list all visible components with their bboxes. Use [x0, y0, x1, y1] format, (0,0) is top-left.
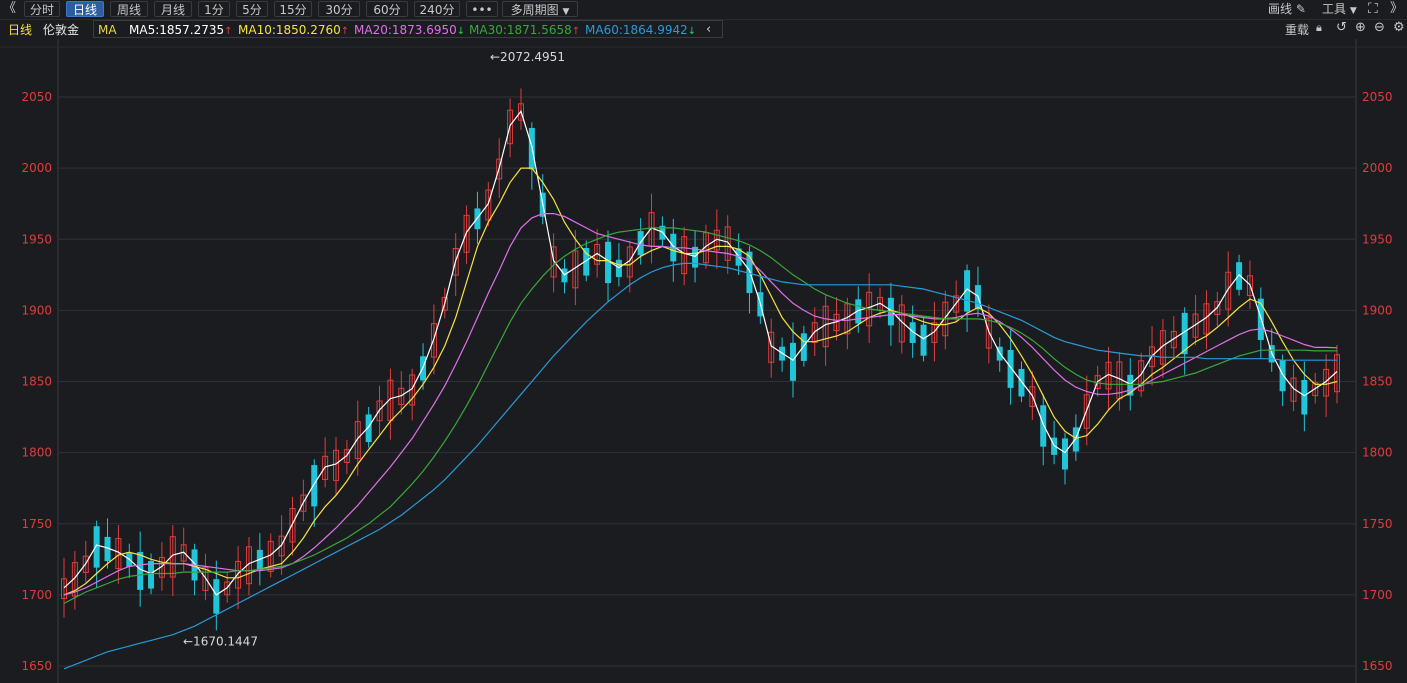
draw-line-label: 画线: [1268, 2, 1293, 16]
y-tick-left: 1800: [21, 446, 52, 460]
symbol-name: 伦敦金: [43, 23, 80, 37]
ma20-text: MA20:1873.6950: [354, 23, 457, 37]
y-tick-left: 1750: [21, 517, 52, 531]
y-tick-left: 1950: [21, 232, 52, 246]
ma5-value: MA5:1857.2735↑: [129, 22, 233, 40]
candle-down: [800, 333, 807, 361]
settings-gear-icon[interactable]: ⚙: [1393, 20, 1405, 35]
y-tick-left: 1850: [21, 375, 52, 389]
tab-日线[interactable]: 日线: [66, 1, 104, 17]
down-arrow-icon: ↓: [456, 26, 466, 37]
candle-down: [920, 324, 927, 356]
y-tick-left: 2050: [21, 90, 52, 104]
y-tick-right: 1900: [1362, 303, 1393, 317]
candlestick-chart[interactable]: 1650 1650 1700 1700 1750 1750 1800 1800 1850 1850…: [0, 39, 1407, 683]
candle-down: [1018, 368, 1025, 397]
chevron-down-icon: ▼: [1349, 6, 1357, 16]
up-arrow-icon: ↑: [340, 26, 350, 37]
y-tick-left: 1700: [21, 588, 52, 602]
ma20-value: MA20:1873.6950↓: [354, 22, 465, 40]
y-tick-right: 1750: [1362, 517, 1393, 531]
chevron-down-icon: ▼: [562, 7, 570, 17]
tab-240分[interactable]: 240分: [414, 1, 460, 17]
candle-down: [1061, 438, 1068, 470]
period-toolbar: 《 分时 日线 周线 月线 1分 5分 15分 30分 60分 240分 ••• 多周期图 ▼ 画…: [0, 0, 1407, 20]
y-tick-left: 1650: [21, 659, 52, 673]
tab-15分[interactable]: 15分: [274, 1, 312, 17]
y-tick-left: 1900: [21, 303, 52, 317]
multi-period-dropdown[interactable]: 多周期图 ▼: [502, 1, 578, 17]
undo-icon[interactable]: ↺: [1336, 20, 1347, 35]
collapse-right-icon[interactable]: 》: [1390, 0, 1403, 19]
ma-values-box: MA MA5:1857.2735↑ MA10:1850.2760↑ MA20:1…: [93, 20, 723, 38]
candle-down: [148, 560, 155, 589]
tab-60分[interactable]: 60分: [366, 1, 408, 17]
zoom-in-icon[interactable]: ⊕: [1355, 20, 1366, 35]
down-arrow-icon: ↓: [687, 26, 697, 37]
multi-period-label: 多周期图: [510, 3, 559, 17]
lock-icon[interactable]: 🔒︎: [1316, 21, 1322, 35]
up-arrow-icon: ↑: [571, 26, 581, 37]
ma10-value: MA10:1850.2760↑: [238, 22, 349, 40]
y-tick-right: 1800: [1362, 446, 1393, 460]
y-tick-right: 2050: [1362, 90, 1393, 104]
y-tick-right: 1700: [1362, 588, 1393, 602]
low-annotation: ←1670.1447: [183, 634, 258, 648]
y-tick-right: 2000: [1362, 161, 1393, 175]
y-tick-right: 1850: [1362, 375, 1393, 389]
zoom-out-icon[interactable]: ⊖: [1374, 20, 1385, 35]
pencil-icon: ✎: [1295, 2, 1306, 16]
ma30-text: MA30:1871.5658: [469, 23, 572, 37]
tab-30分[interactable]: 30分: [318, 1, 360, 17]
candle-down: [213, 579, 220, 614]
tab-周线[interactable]: 周线: [110, 1, 148, 17]
tab-月线[interactable]: 月线: [154, 1, 192, 17]
candle-down: [789, 342, 796, 381]
y-tick-left: 2000: [21, 161, 52, 175]
ma5-text: MA5:1857.2735: [129, 23, 225, 37]
candle-down: [1301, 380, 1308, 415]
candle-down: [1040, 405, 1047, 447]
candle-down: [1072, 427, 1079, 452]
tools-label: 工具: [1322, 2, 1347, 16]
draw-line-button[interactable]: 画线 ✎: [1268, 0, 1306, 19]
tab-5分[interactable]: 5分: [236, 1, 268, 17]
more-periods-button[interactable]: •••: [466, 1, 498, 17]
reload-button[interactable]: 重载: [1285, 21, 1309, 38]
ma30-value: MA30:1871.5658↑: [469, 22, 580, 40]
tab-分时[interactable]: 分时: [24, 1, 60, 17]
collapse-left-icon[interactable]: 《: [3, 1, 16, 17]
ma60-text: MA60:1864.9942: [585, 23, 688, 37]
y-tick-right: 1950: [1362, 232, 1393, 246]
candle-down: [615, 259, 622, 278]
tab-1分[interactable]: 1分: [198, 1, 230, 17]
tools-dropdown[interactable]: 工具 ▼: [1322, 0, 1357, 19]
ma-indicator-label[interactable]: MA: [98, 22, 117, 38]
high-annotation: ←2072.4951: [490, 50, 565, 64]
candle-down: [137, 551, 144, 590]
fullscreen-icon[interactable]: ⛶: [1368, 0, 1378, 19]
period-label: 日线: [8, 23, 33, 37]
y-tick-right: 1650: [1362, 659, 1393, 673]
ma60-value: MA60:1864.9942↓: [585, 22, 696, 40]
collapse-ma-icon[interactable]: ‹: [706, 22, 711, 38]
up-arrow-icon: ↑: [224, 26, 233, 37]
ma10-text: MA10:1850.2760: [238, 23, 341, 37]
